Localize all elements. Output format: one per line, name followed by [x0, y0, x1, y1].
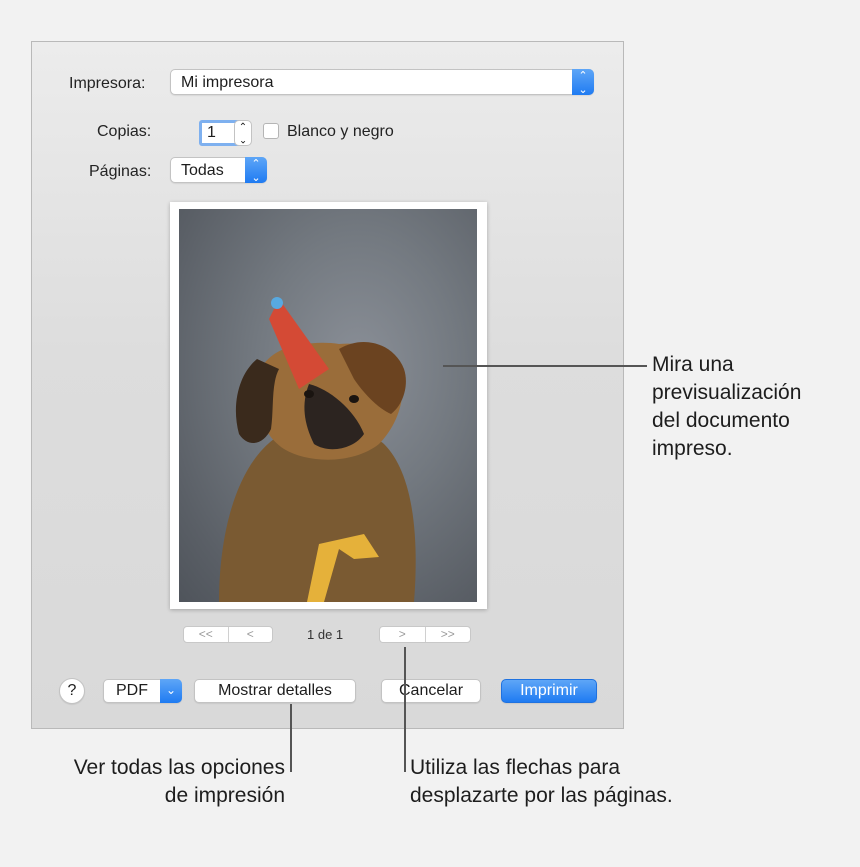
print-dialog: Impresora: Mi impresora ⌃ ⌃ Copias: 1 ⌃ ⌃…: [31, 41, 624, 729]
stepper-down-icon[interactable]: ⌃: [235, 133, 251, 144]
dog-photo: [219, 297, 416, 602]
bw-checkbox[interactable]: [263, 123, 279, 139]
preview-callout: Mira una previsualización del documento …: [652, 351, 801, 463]
prev-page-button[interactable]: <: [227, 627, 273, 642]
details-callout: Ver todas las opciones de impresión: [30, 754, 285, 810]
preview-callout-line: [443, 365, 647, 367]
last-page-button[interactable]: >>: [424, 627, 471, 642]
page-indicator: 1 de 1: [307, 627, 344, 642]
printer-value: Mi impresora: [181, 74, 274, 91]
printer-popup[interactable]: Mi impresora ⌃ ⌃: [170, 69, 594, 95]
help-button[interactable]: ?: [59, 678, 85, 704]
pages-popup[interactable]: Todas ⌃ ⌃: [170, 157, 267, 183]
cancel-button[interactable]: Cancelar: [381, 679, 481, 703]
details-callout-line: [290, 704, 292, 772]
arrows-callout: Utiliza las flechas para desplazarte por…: [410, 754, 673, 810]
chevron-updown-icon: ⌃ ⌃: [245, 157, 267, 183]
nav-forward-group: > >>: [379, 626, 471, 643]
arrows-callout-line: [404, 647, 406, 772]
callout-line-2: de impresión: [164, 784, 285, 807]
preview-page: [170, 202, 487, 609]
show-details-button[interactable]: Mostrar detalles: [194, 679, 356, 703]
pages-label: Páginas:: [89, 163, 152, 180]
nav-back-group: << <: [183, 626, 273, 643]
callout-line-1: Utiliza las flechas para: [410, 756, 621, 779]
pdf-label: PDF: [116, 682, 148, 699]
callout-line-2: previsualización: [652, 381, 802, 404]
callout-line-1: Ver todas las opciones: [73, 756, 285, 779]
first-page-button[interactable]: <<: [184, 627, 228, 642]
callout-line-1: Mira una: [652, 353, 734, 376]
print-button[interactable]: Imprimir: [501, 679, 597, 703]
callout-line-2: desplazarte por las páginas.: [410, 784, 673, 807]
printer-label: Impresora:: [69, 75, 146, 92]
callout-line-3: del documento: [652, 409, 790, 432]
copies-stepper[interactable]: ⌃ ⌃: [234, 120, 252, 146]
chevron-updown-icon: ⌃ ⌃: [572, 69, 594, 95]
pdf-menu-button[interactable]: PDF ⌄: [103, 679, 182, 703]
copies-label: Copias:: [97, 123, 152, 140]
next-page-button[interactable]: >: [380, 627, 425, 642]
callout-line-4: impreso.: [652, 437, 733, 460]
chevron-down-icon: ⌄: [160, 679, 182, 703]
bw-label: Blanco y negro: [287, 123, 394, 140]
pages-value: Todas: [181, 162, 224, 179]
stepper-up-icon[interactable]: ⌃: [235, 123, 251, 133]
preview-image: [179, 209, 477, 602]
